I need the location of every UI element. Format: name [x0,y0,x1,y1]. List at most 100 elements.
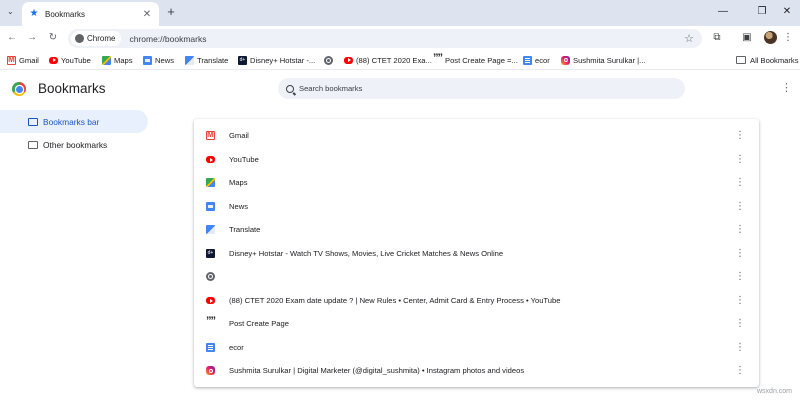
address-bar[interactable]: Chrome chrome://bookmarks ☆ [68,29,702,48]
list-item[interactable]: Sushmita Surulkar | Digital Marketer (@d… [194,359,759,382]
more-icon[interactable]: ⋮ [729,224,751,235]
maps-icon [206,178,215,187]
tab-close-icon[interactable]: ✕ [141,9,153,20]
bookmark-sushmita[interactable]: Sushmita Surulkar |... [561,54,645,66]
row-title: News [229,202,248,211]
row-title: (88) CTET 2020 Exam date update ? | New … [229,296,561,305]
gmail-icon [206,130,215,140]
window-close-icon[interactable]: ✕ [780,6,794,18]
sidebar-item-label: Other bookmarks [43,139,108,150]
youtube-icon [49,56,58,64]
list-item[interactable]: (88) CTET 2020 Exam date update ? | New … [194,289,759,312]
sidebar-item-other-bookmarks[interactable]: Other bookmarks [0,133,107,156]
bookmark-globe[interactable] [324,54,336,66]
bookmark-label: Gmail [19,55,39,65]
list-item[interactable]: ecor ⋮ [194,336,759,359]
bookmark-label: Post Create Page =... [445,55,518,65]
bookmark-label: Maps [114,55,133,65]
sidebar-item-label: Bookmarks bar [43,116,100,127]
bookmark-list: Gmail ⋮ YouTube ⋮ Maps ⋮ News ⋮ Translate ⋮ D… [194,119,759,387]
reload-icon[interactable]: ↻ [46,31,60,45]
page-title: Bookmarks [38,81,106,96]
side-panel-icon[interactable]: ▣ [740,31,754,45]
instagram-icon [206,366,215,375]
doc-icon [206,343,215,352]
youtube-icon [206,297,215,304]
row-title: YouTube [229,155,259,164]
list-item[interactable]: Post Create Page ⋮ [194,312,759,335]
row-title: Gmail [229,131,249,140]
bookmark-label: Disney+ Hotstar -... [250,55,316,65]
more-icon[interactable]: ⋮ [729,342,751,353]
more-icon[interactable]: ⋮ [729,130,751,141]
new-tab-button[interactable]: + [164,5,178,19]
list-item[interactable]: YouTube ⋮ [194,148,759,171]
chrome-menu-icon[interactable]: ⋮ [781,31,795,45]
list-item[interactable]: Disney+ Hotstar - Watch TV Shows, Movies… [194,242,759,265]
folder-icon [28,117,38,126]
tab-bookmarks[interactable]: ★ Bookmarks ✕ [22,2,159,26]
list-item[interactable]: Maps ⋮ [194,171,759,194]
bookmark-post-create[interactable]: Post Create Page =... [433,52,518,66]
bookmark-label: YouTube [61,55,91,65]
forward-icon[interactable]: → [25,31,39,45]
bookmarks-bar: Gmail YouTube Maps News Translate Disney… [0,50,800,70]
folder-icon [736,56,746,64]
folder-icon [28,140,38,149]
news-icon [143,55,152,65]
list-item[interactable]: Gmail ⋮ [194,124,759,147]
instagram-icon [561,55,570,65]
bookmark-gmail[interactable]: Gmail [7,54,39,66]
bookmark-ctet[interactable]: (88) CTET 2020 Exa... [344,54,432,66]
bookmark-maps[interactable]: Maps [102,54,133,66]
youtube-icon [206,156,215,163]
all-bookmarks-button[interactable]: All Bookmarks [736,54,799,66]
gmail-icon [7,55,16,65]
restore-icon[interactable]: ❐ [755,6,769,18]
row-title: Disney+ Hotstar - Watch TV Shows, Movies… [229,249,504,258]
hotstar-icon [206,249,215,258]
translate-icon [206,225,215,234]
youtube-icon [344,56,353,64]
hotstar-icon [238,55,247,65]
more-icon[interactable]: ⋮ [729,177,751,188]
bookmark-translate[interactable]: Translate [185,54,228,66]
bookmark-youtube[interactable]: YouTube [49,54,91,66]
more-icon[interactable]: ⋮ [729,365,751,376]
site-info-chip[interactable]: Chrome [71,31,122,46]
bookmark-ecor[interactable]: ecor [523,54,550,66]
doc-icon [523,55,532,65]
row-title: ecor [229,343,244,352]
tab-strip: ⌄ ★ Bookmarks ✕ + — ❐ ✕ [0,0,800,26]
quote-icon [433,52,442,65]
extensions-icon[interactable]: ⧉ [710,31,724,45]
minimize-icon[interactable]: — [716,6,730,18]
search-bookmarks-input[interactable]: Search bookmarks [278,78,685,99]
toolbar: ← → ↻ Chrome chrome://bookmarks ☆ ⧉ ▣ ⋮ [0,26,800,50]
bookmark-hotstar[interactable]: Disney+ Hotstar -... [238,54,315,66]
translate-icon [185,55,194,65]
bookmark-news[interactable]: News [143,54,174,66]
chrome-logo-icon [12,82,26,96]
globe-icon [324,55,333,65]
row-title: Post Create Page [229,319,289,328]
more-icon[interactable]: ⋮ [729,154,751,165]
more-icon[interactable]: ⋮ [729,248,751,259]
list-item[interactable]: Translate ⋮ [194,218,759,241]
organize-menu-icon[interactable]: ⋮ [781,81,792,94]
watermark: wsxdn.com [757,388,793,395]
more-icon[interactable]: ⋮ [729,271,751,282]
list-item[interactable]: News ⋮ [194,195,759,218]
url-text[interactable]: chrome://bookmarks [129,34,684,44]
list-item[interactable]: ⋮ [194,265,759,288]
back-icon[interactable]: ← [5,31,19,45]
profile-avatar[interactable] [764,31,777,44]
more-icon[interactable]: ⋮ [729,201,751,212]
more-icon[interactable]: ⋮ [729,318,751,329]
bookmark-star-icon[interactable]: ☆ [684,32,694,45]
tab-search-icon[interactable]: ⌄ [7,7,14,16]
more-icon[interactable]: ⋮ [729,295,751,306]
bookmark-label: Sushmita Surulkar |... [573,55,646,65]
sidebar-item-bookmarks-bar[interactable]: Bookmarks bar [0,110,148,133]
search-icon [286,84,294,93]
